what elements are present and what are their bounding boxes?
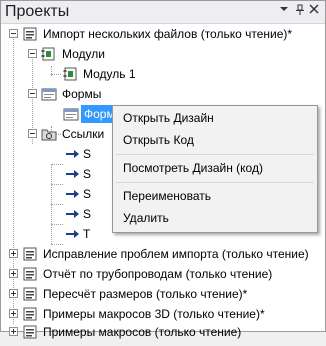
collapse-toggle[interactable] [28,49,37,58]
tree-item-folder[interactable]: Формы [1,84,325,104]
menu-item-view-design-code[interactable]: Посмотреть Дизайн (код) [123,158,263,178]
tree-item-label: Импорт нескольких файлов (только чтение)… [43,27,293,41]
pin-button[interactable] [293,4,307,18]
reference-arrow-icon [64,226,80,242]
tree-item-label: Примеры макросов 3D (только чтение)* [43,307,265,321]
expand-toggle[interactable] [9,269,18,278]
tree-item-label: S [83,207,92,221]
project-icon [22,324,38,340]
tree-item-label: S [83,187,92,201]
tree-item-label: Модули [62,47,105,61]
module-icon [63,66,79,82]
expand-toggle[interactable] [9,249,18,258]
menu-separator [116,182,314,183]
modules-folder-icon [41,46,57,62]
tree-item-label: S [83,147,92,161]
menu-item-open-design[interactable]: Открыть Дизайн [123,108,214,128]
tree-item-project[interactable]: Примеры макросов 3D (только чтение)* [1,304,325,324]
tree-item-label: Примеры макросов (только чтение) [43,325,242,339]
tree-item-label: Отчёт по трубопроводам (только чтение) [43,267,273,281]
tree-item-project[interactable]: Примеры макросов (только чтение) [1,322,325,342]
project-icon [22,266,38,282]
tree-item-label: S [83,167,92,181]
tree-item-label: Пересчёт размеров (только чтение)* [43,287,248,301]
tree-item-project[interactable]: Отчёт по трубопроводам (только чтение) [1,264,325,284]
form-icon [63,106,79,122]
expand-toggle[interactable] [9,289,18,298]
panel-dropdown-button[interactable] [277,4,291,18]
panel-title-bar: Проекты [1,1,325,24]
tree-item-label: T [83,227,91,241]
references-folder-icon [41,126,57,142]
forms-folder-icon [41,86,57,102]
reference-arrow-icon [64,166,80,182]
panel-title: Проекты [5,3,70,20]
tree-item-label: Модуль 1 [83,67,136,81]
menu-item-rename[interactable]: Переименовать [123,186,211,206]
tree-item-label: Исправление проблем импорта (только чтен… [43,247,309,261]
close-button[interactable] [307,4,321,18]
tree-item-project[interactable]: Исправление проблем импорта (только чтен… [1,244,325,264]
collapse-toggle[interactable] [28,129,37,138]
reference-arrow-icon [64,186,80,202]
pin-icon [296,4,304,15]
chevron-down-icon [280,7,288,11]
menu-separator [116,154,314,155]
menu-item-delete[interactable]: Удалить [123,208,169,228]
tree-item-folder[interactable]: Модули [1,44,325,64]
tree-item-project[interactable]: Импорт нескольких файлов (только чтение)… [1,24,325,44]
project-icon [22,26,38,42]
expand-toggle[interactable] [9,309,18,318]
collapse-toggle[interactable] [9,29,18,38]
tree-item-project[interactable]: Пересчёт размеров (только чтение)* [1,284,325,304]
menu-item-open-code[interactable]: Открыть Код [123,130,194,150]
project-icon [22,286,38,302]
reference-arrow-icon [64,206,80,222]
close-icon [309,4,319,14]
project-icon [22,306,38,322]
project-icon [22,246,38,262]
tree-item-module[interactable]: Модуль 1 [1,64,325,84]
tree-item-label: Формы [62,87,102,101]
tree-item-label: Ссылки [62,127,105,141]
reference-arrow-icon [64,146,80,162]
collapse-toggle[interactable] [28,89,37,98]
context-menu: Открыть Дизайн Открыть Код Посмотреть Ди… [112,105,318,233]
